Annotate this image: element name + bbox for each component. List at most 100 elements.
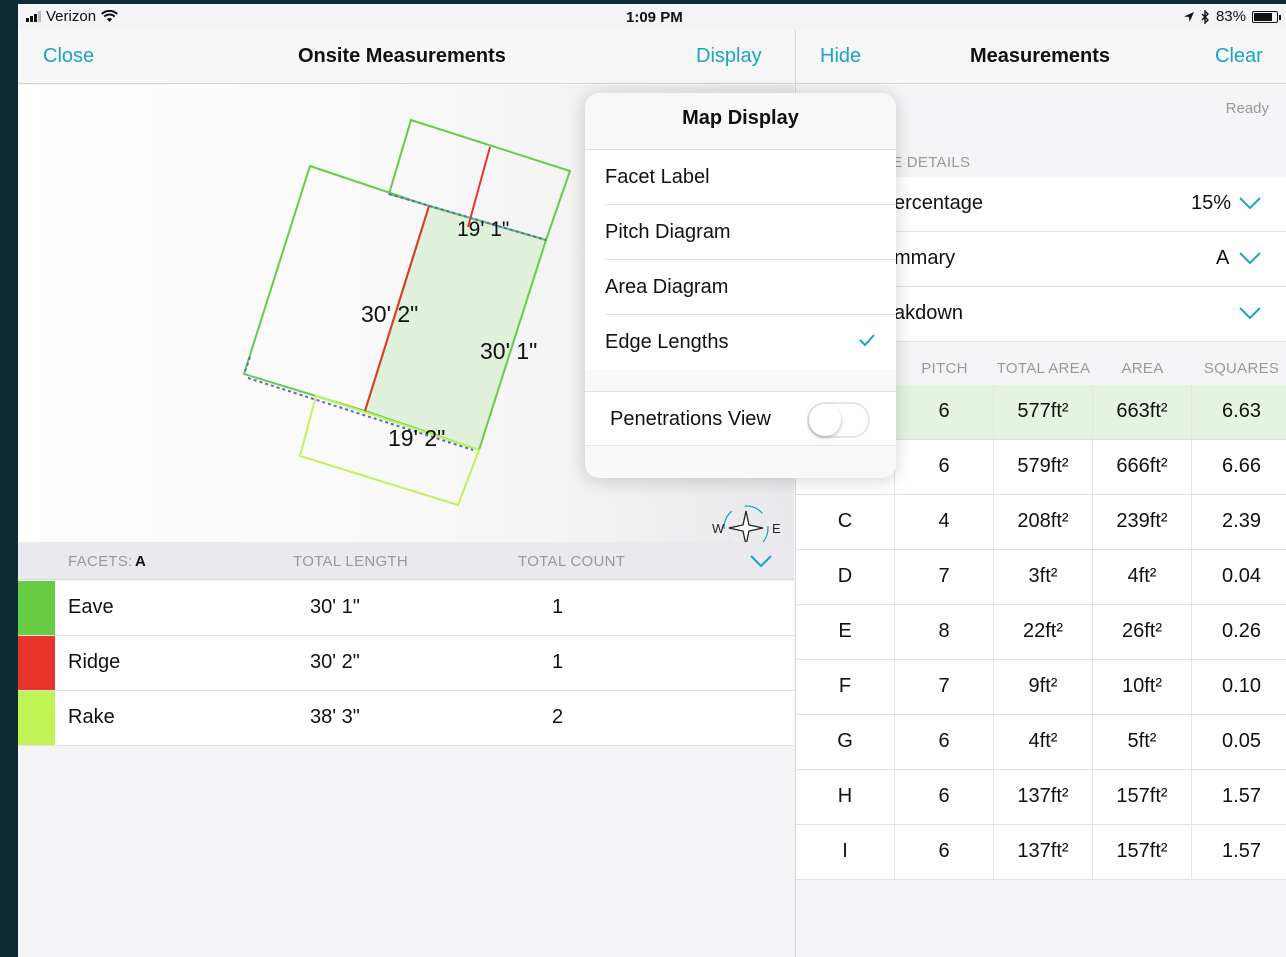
clock: 1:09 PM	[626, 9, 683, 26]
pitch-cell: 7	[895, 660, 994, 714]
table-row[interactable]: I 6 137ft² 157ft² 1.57	[796, 825, 1286, 880]
page-title: Onsite Measurements	[298, 45, 506, 67]
area-cell: 5ft²	[1093, 715, 1192, 769]
map-display-popover: Map Display Facet Label Pitch Diagram Ar…	[585, 93, 896, 478]
facet-cell: I	[796, 825, 895, 879]
squares-cell: 6.66	[1222, 455, 1261, 477]
table-row[interactable]: D 7 3ft² 4ft² 0.04	[796, 550, 1286, 605]
total-area-cell: 3ft²	[994, 550, 1093, 604]
facets-header-value: A	[135, 553, 147, 570]
facet-row-rake[interactable]: Rake 38' 3" 2	[18, 691, 794, 746]
table-row[interactable]: G 6 4ft² 5ft² 0.05	[796, 715, 1286, 770]
total-length-header: TOTAL LENGTH	[293, 553, 409, 570]
hide-button[interactable]: Hide	[820, 45, 861, 68]
rake-color-swatch	[18, 691, 55, 745]
facet-row-eave[interactable]: Eave 30' 1" 1	[18, 581, 794, 636]
menu-item-edge-lengths[interactable]: Edge Lengths	[605, 315, 896, 370]
facet-length: 30' 1"	[310, 596, 360, 618]
wifi-icon	[101, 10, 118, 22]
squares-cell: 0.04	[1222, 565, 1261, 587]
popover-menu: Facet Label Pitch Diagram Area Diagram E…	[585, 149, 896, 370]
col-pitch: PITCH	[921, 360, 968, 377]
display-button[interactable]: Display	[696, 45, 762, 68]
facet-length: 30' 2"	[310, 651, 360, 673]
total-area-cell: 208ft²	[994, 495, 1093, 549]
chevron-down-icon[interactable]	[1238, 306, 1262, 320]
edge-label-right: 30' 1"	[480, 338, 537, 364]
pitch-cell: 6	[895, 770, 994, 824]
menu-item-area-diagram[interactable]: Area Diagram	[605, 260, 896, 315]
total-area-cell: 137ft²	[994, 825, 1093, 879]
svg-text:W: W	[712, 521, 725, 536]
area-cell: 26ft²	[1093, 605, 1192, 659]
facet-row-ridge[interactable]: Ridge 30' 2" 1	[18, 636, 794, 691]
squares-cell: 0.05	[1222, 730, 1261, 752]
carrier-group: Verizon	[26, 8, 118, 25]
facets-header-label: FACETS:	[68, 553, 133, 570]
menu-item-facet-label[interactable]: Facet Label	[605, 150, 896, 205]
measurements-title: Measurements	[970, 45, 1111, 67]
squares-cell: 1.57	[1222, 840, 1261, 862]
eave-color-swatch	[18, 581, 55, 635]
facet-cell: C	[796, 495, 895, 549]
option-value: 15%	[1191, 192, 1232, 214]
squares-cell: 6.63	[1222, 400, 1261, 422]
total-area-cell: 137ft²	[994, 770, 1093, 824]
menu-item-label: Pitch Diagram	[605, 221, 731, 243]
facet-name: Rake	[68, 706, 115, 728]
chevron-down-icon[interactable]	[749, 554, 773, 568]
squares-cell: 2.39	[1222, 510, 1261, 532]
col-total-area: TOTAL AREA	[996, 360, 1091, 377]
facet-name: Eave	[68, 596, 114, 618]
popover-title: Map Display	[682, 107, 799, 129]
total-area-cell: 579ft²	[994, 440, 1093, 494]
facet-count: 1	[552, 651, 564, 673]
facet-count: 2	[552, 706, 564, 728]
left-nav-bar: Close Onsite Measurements Display	[18, 30, 794, 84]
area-cell: 4ft²	[1093, 550, 1192, 604]
battery-icon	[1252, 10, 1281, 23]
toggle-knob	[809, 404, 841, 436]
table-row[interactable]: H 6 137ft² 157ft² 1.57	[796, 770, 1286, 825]
pitch-cell: 6	[895, 715, 994, 769]
details-section-header: E DETAILS	[892, 154, 971, 171]
facet-count: 1	[552, 596, 564, 618]
carrier-label: Verizon	[46, 8, 97, 25]
menu-item-label: Facet Label	[605, 166, 710, 188]
pitch-cell: 4	[895, 495, 994, 549]
facet-name: Ridge	[68, 651, 121, 673]
ipad-screen: Verizon 1:09 PM 83% Close Onsite Measure…	[18, 4, 1286, 957]
table-row[interactable]: E 8 22ft² 26ft² 0.26	[796, 605, 1286, 660]
pitch-cell: 6	[895, 385, 994, 439]
status-bar: Verizon 1:09 PM 83%	[18, 4, 1286, 30]
battery-percent: 83%	[1215, 8, 1246, 25]
facets-header: FACETS: A TOTAL LENGTH TOTAL COUNT	[18, 542, 794, 580]
squares-cell: 0.26	[1222, 620, 1261, 642]
bluetooth-icon	[1201, 9, 1209, 24]
option-label: akdown	[894, 302, 963, 324]
area-cell: 666ft²	[1093, 440, 1192, 494]
checkmark-icon	[859, 334, 875, 347]
table-row[interactable]: C 4 208ft² 239ft² 2.39	[796, 495, 1286, 550]
facet-cell: H	[796, 770, 895, 824]
option-label: ercentage	[894, 192, 983, 214]
pitch-cell: 8	[895, 605, 994, 659]
menu-item-label: Edge Lengths	[605, 331, 729, 353]
clear-button[interactable]: Clear	[1215, 45, 1263, 68]
location-icon	[1183, 11, 1194, 22]
chevron-down-icon[interactable]	[1238, 196, 1262, 210]
facet-cell: D	[796, 550, 895, 604]
signal-icon	[26, 11, 41, 22]
table-row[interactable]: F 7 9ft² 10ft² 0.10	[796, 660, 1286, 715]
close-button[interactable]: Close	[43, 45, 94, 68]
menu-item-pitch-diagram[interactable]: Pitch Diagram	[605, 205, 896, 260]
total-area-cell: 22ft²	[994, 605, 1093, 659]
total-area-cell: 9ft²	[994, 660, 1093, 714]
option-value: A	[1216, 247, 1230, 269]
facet-cell: E	[796, 605, 895, 659]
pitch-cell: 7	[895, 550, 994, 604]
squares-cell: 1.57	[1222, 785, 1261, 807]
chevron-down-icon[interactable]	[1238, 251, 1262, 265]
penetrations-toggle[interactable]	[807, 402, 870, 438]
facet-length: 38' 3"	[310, 706, 360, 728]
